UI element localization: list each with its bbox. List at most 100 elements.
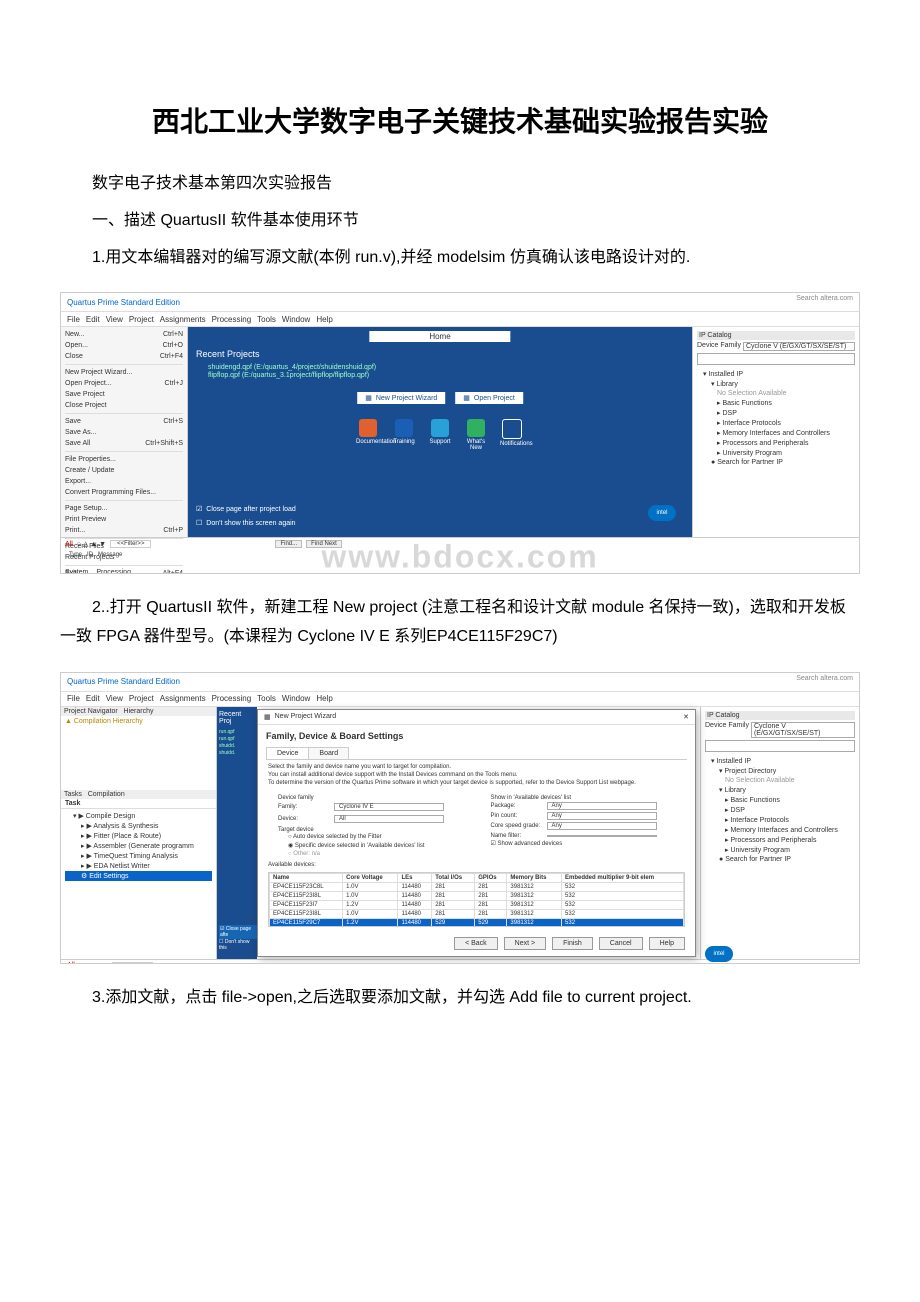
menu-window[interactable]: Window <box>282 315 310 324</box>
menu-edit[interactable]: Edit <box>86 315 100 324</box>
family-select[interactable]: Cyclone IV E <box>334 803 444 811</box>
menu-item-open[interactable]: Open...Ctrl+O <box>65 340 183 351</box>
menu-window[interactable]: Window <box>282 694 310 703</box>
tree-item[interactable]: ▾ Project Directory <box>711 766 855 776</box>
menu-item-export[interactable]: Export... <box>65 476 183 487</box>
tree-item[interactable]: ▸ DSP <box>703 408 855 418</box>
dont-show-checkbox[interactable]: ☐Don't show this screen again <box>196 519 296 527</box>
menu-item-open-project[interactable]: Open Project...Ctrl+J <box>65 378 183 389</box>
show-advanced-checkbox[interactable]: ☑ Show advanced devices <box>481 840 686 847</box>
tab-device[interactable]: Device <box>266 747 309 759</box>
dont-show-checkbox[interactable]: ☐ Don't show this <box>219 939 257 951</box>
device-family-select[interactable]: Cyclone V (E/GX/GT/SX/SE/ST) <box>751 722 855 738</box>
close-page-checkbox[interactable]: ☑Close page after project load <box>196 505 296 513</box>
filter-all[interactable]: All <box>67 962 75 964</box>
tree-item[interactable]: ● Search for Partner IP <box>703 458 855 467</box>
menu-processing[interactable]: Processing <box>212 694 252 703</box>
device-row[interactable]: EP4CE115F23C8L1.0V1144802812813981312532 <box>270 883 684 892</box>
search-box[interactable]: Search altera.com <box>796 295 853 302</box>
tree-item[interactable]: ▸ DSP <box>711 805 855 815</box>
device-row[interactable]: EP4CE115F23I8L1.0V1144802812813981312532 <box>270 892 684 901</box>
menu-assignments[interactable]: Assignments <box>160 694 206 703</box>
recent-project-link[interactable]: flipflop.qpf (E:/quartus_3.1project/flip… <box>208 372 376 379</box>
tree-item[interactable]: ▸ Processors and Peripherals <box>703 438 855 448</box>
compilation-tab[interactable]: Compilation <box>88 791 125 798</box>
open-project-button[interactable]: ▦Open Project <box>455 392 522 404</box>
tree-item[interactable]: ▸ Processors and Peripherals <box>711 835 855 845</box>
close-page-checkbox[interactable]: ☑ Close page afte <box>219 925 257 939</box>
find-next-button[interactable]: Find Next <box>306 540 342 548</box>
menu-item-new[interactable]: New...Ctrl+N <box>65 329 183 340</box>
menu-item-close[interactable]: CloseCtrl+F4 <box>65 351 183 362</box>
tree-item[interactable]: ▸ Memory Interfaces and Controllers <box>711 825 855 835</box>
package-select[interactable]: Any <box>547 802 657 810</box>
help-button[interactable]: Help <box>649 937 685 950</box>
tree-item[interactable]: ▸ Memory Interfaces and Controllers <box>703 428 855 438</box>
device-family-select[interactable]: Cyclone V (E/GX/GT/SX/SE/ST) <box>743 342 855 351</box>
menu-view[interactable]: View <box>106 694 123 703</box>
radio-other[interactable]: ○ Other: n/a <box>268 850 473 858</box>
device-row[interactable]: EP4CE115F29C71.2V1144805295293981312532 <box>270 919 684 927</box>
device-row[interactable]: EP4CE115F23I8L1.0V1144802812813981312532 <box>270 910 684 919</box>
menu-project[interactable]: Project <box>129 694 154 703</box>
notifications-icon[interactable]: Notifications <box>500 419 524 451</box>
documentation-icon[interactable]: Documentation <box>356 419 380 451</box>
filter-input[interactable]: <<Filter>> <box>112 962 153 964</box>
task-edit-settings[interactable]: ⚙ Edit Settings <box>65 871 212 881</box>
recent-file[interactable]: run.qpf <box>219 729 255 735</box>
device-row[interactable]: EP4CE115F23I71.2V1144802812813981312532 <box>270 901 684 910</box>
menu-item-create-update[interactable]: Create / Update <box>65 465 183 476</box>
filter-all[interactable]: All <box>65 541 73 548</box>
pincount-select[interactable]: Any <box>547 812 657 820</box>
tree-item[interactable]: ● Search for Partner IP <box>711 855 855 864</box>
tab-system[interactable]: System <box>65 569 88 574</box>
search-box[interactable]: Search altera.com <box>796 675 853 682</box>
menu-help[interactable]: Help <box>316 315 332 324</box>
tree-item[interactable]: ▾ Installed IP <box>711 756 855 766</box>
menu-file[interactable]: File <box>67 315 80 324</box>
menu-file[interactable]: File <box>67 694 80 703</box>
tree-item[interactable]: ▾ Library <box>703 379 855 389</box>
tree-item[interactable]: ▾ Library <box>711 785 855 795</box>
next-button[interactable]: Next > <box>504 937 546 950</box>
recent-file[interactable]: shuidd. <box>219 743 255 749</box>
menu-item-convert[interactable]: Convert Programming Files... <box>65 487 183 498</box>
menu-item-new-wizard[interactable]: New Project Wizard... <box>65 367 183 378</box>
tree-item[interactable]: ▸ University Program <box>703 448 855 458</box>
hierarchy-tab[interactable]: Hierarchy <box>124 708 154 715</box>
task-timequest[interactable]: ▸ ▶ TimeQuest Timing Analysis <box>65 851 212 861</box>
menu-item-file-props[interactable]: File Properties... <box>65 454 183 465</box>
ip-search-input[interactable] <box>705 740 855 752</box>
radio-specific[interactable]: ◉ Specific device selected in 'Available… <box>268 841 473 850</box>
device-select[interactable]: All <box>334 815 444 823</box>
finish-button[interactable]: Finish <box>552 937 593 950</box>
menu-tools[interactable]: Tools <box>257 315 276 324</box>
tab-processing[interactable]: Processing <box>96 569 131 574</box>
menu-help[interactable]: Help <box>316 694 332 703</box>
tree-item[interactable]: ▸ University Program <box>711 845 855 855</box>
speed-select[interactable]: Any <box>547 822 657 830</box>
menu-assignments[interactable]: Assignments <box>160 315 206 324</box>
menu-item-save-project[interactable]: Save Project <box>65 389 183 400</box>
name-filter-input[interactable] <box>547 835 657 837</box>
find-button[interactable]: Find... <box>275 540 302 548</box>
recent-file[interactable]: run.qpf <box>219 736 255 742</box>
task-fitter[interactable]: ▸ ▶ Fitter (Place & Route) <box>65 831 212 841</box>
menu-item-print-preview[interactable]: Print Preview <box>65 514 183 525</box>
menu-item-page-setup[interactable]: Page Setup... <box>65 503 183 514</box>
back-button[interactable]: < Back <box>454 937 498 950</box>
tree-item[interactable]: ▾ Installed IP <box>703 369 855 379</box>
menu-item-save[interactable]: SaveCtrl+S <box>65 416 183 427</box>
support-icon[interactable]: Support <box>428 419 452 451</box>
menu-view[interactable]: View <box>106 315 123 324</box>
new-project-wizard-button[interactable]: ▦New Project Wizard <box>357 392 445 404</box>
recent-project-link[interactable]: shuidengd.qpf (E:/quartus_4/project/shui… <box>208 364 376 371</box>
tree-item[interactable]: ▸ Interface Protocols <box>703 418 855 428</box>
tree-item[interactable]: ▸ Interface Protocols <box>711 815 855 825</box>
home-tab[interactable]: Home <box>369 331 510 342</box>
tab-board[interactable]: Board <box>308 747 349 759</box>
task-assembler[interactable]: ▸ ▶ Assembler (Generate programm <box>65 841 212 851</box>
menu-project[interactable]: Project <box>129 315 154 324</box>
menu-item-save-all[interactable]: Save AllCtrl+Shift+S <box>65 438 183 449</box>
task-eda-netlist[interactable]: ▸ ▶ EDA Netlist Writer <box>65 861 212 871</box>
